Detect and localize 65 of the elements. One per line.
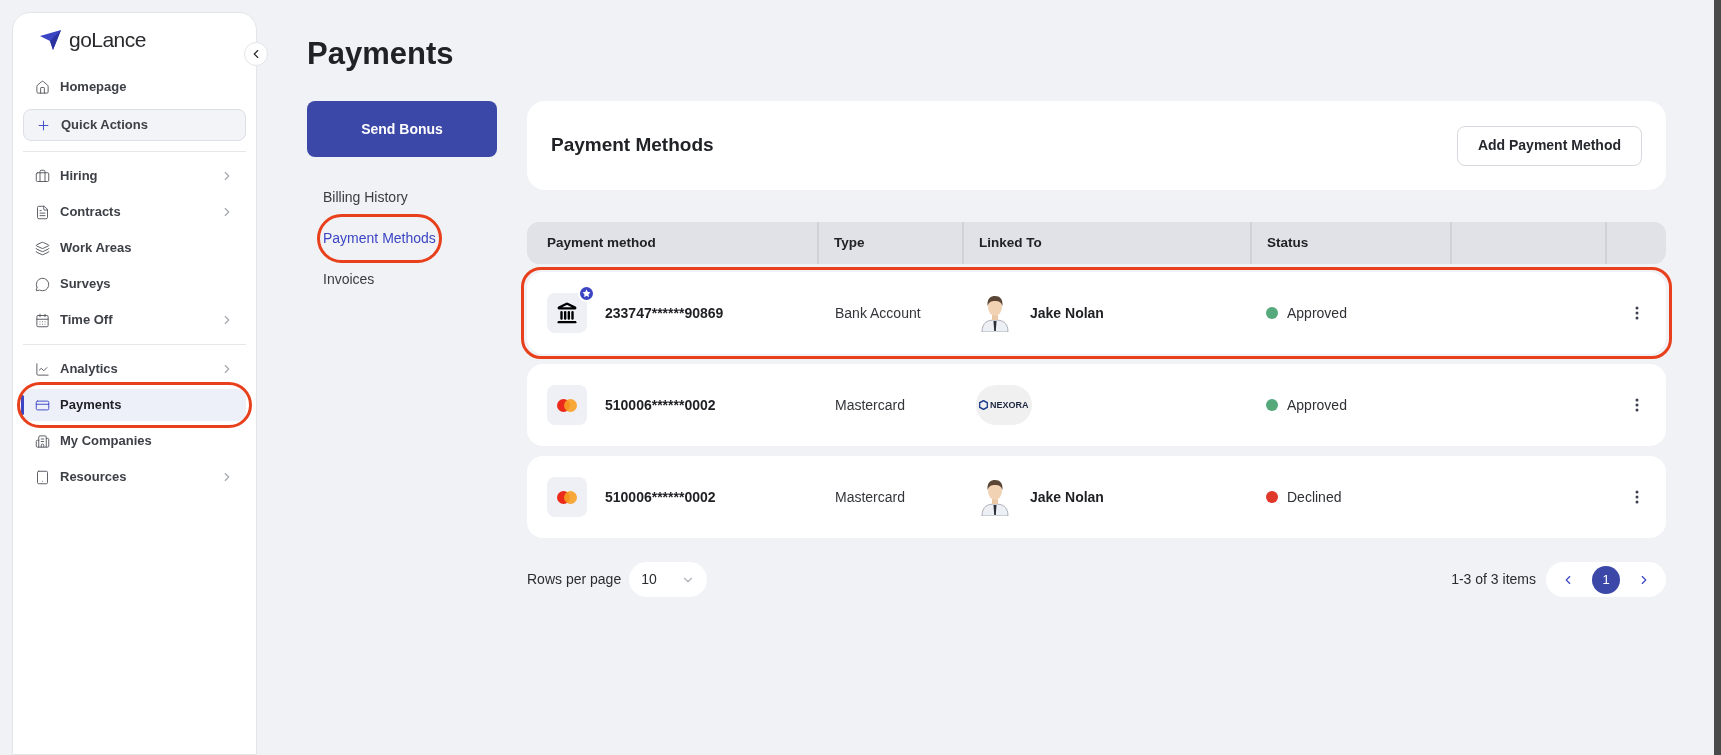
calendar-icon xyxy=(35,312,50,328)
sidebar-item[interactable]: Contracts xyxy=(23,196,246,228)
page-button[interactable]: 1 xyxy=(1592,565,1620,594)
masked-number: 510006******0002 xyxy=(605,395,716,415)
rows-per-page-label: Rows per page xyxy=(527,570,622,589)
briefcase-icon xyxy=(35,168,50,184)
method-type: Mastercard xyxy=(834,395,907,415)
sidebar-item[interactable]: Analytics xyxy=(23,353,246,385)
status-text: Declined xyxy=(1287,487,1342,507)
payment-method-row[interactable]: 233747******90869 Bank Account Jake Nolan Approved xyxy=(527,272,1666,354)
star-icon xyxy=(582,289,591,298)
linked-name: Jake Nolan xyxy=(1030,487,1104,507)
linked-name: Jake Nolan xyxy=(1030,303,1104,323)
chat-bubble-icon xyxy=(35,276,50,292)
kebab-icon xyxy=(1634,398,1639,412)
tablet-icon xyxy=(35,469,50,485)
sidebar-item[interactable]: Homepage xyxy=(23,71,246,103)
mastercard-icon xyxy=(557,398,577,412)
mastercard-icon xyxy=(557,490,577,504)
person-avatar-icon xyxy=(980,478,1010,516)
document-icon xyxy=(35,204,50,220)
column-header: Payment method xyxy=(546,233,656,252)
subnav-link[interactable]: Payment Methods xyxy=(323,219,436,258)
subnav-link[interactable]: Billing History xyxy=(323,178,408,217)
add-payment-method-button[interactable]: Add Payment Method xyxy=(1456,125,1642,166)
column-header: Status xyxy=(1266,233,1309,252)
kebab-icon xyxy=(1634,306,1639,320)
sidebar-item[interactable]: Payments xyxy=(23,389,246,421)
layers-icon xyxy=(35,240,50,256)
sidebar-item[interactable]: Time Off xyxy=(23,304,246,336)
company-logo: NEXORA xyxy=(976,385,1032,425)
active-indicator xyxy=(21,395,24,415)
method-type: Bank Account xyxy=(834,303,922,323)
column-header: Type xyxy=(833,233,865,252)
send-bonus-button[interactable]: Send Bonus xyxy=(307,101,497,157)
card-icon xyxy=(35,397,50,413)
quick-actions-button[interactable]: Quick Actions xyxy=(23,109,246,141)
building-icon xyxy=(35,433,50,449)
method-type: Mastercard xyxy=(834,487,907,507)
sidebar-item[interactable]: Work Areas xyxy=(23,232,246,264)
line-chart-icon xyxy=(35,361,50,377)
page-title: Payments xyxy=(307,35,455,73)
column-header: Linked To xyxy=(978,233,1042,252)
sidebar-item[interactable]: Hiring xyxy=(23,160,246,192)
sidebar-item[interactable]: Surveys xyxy=(23,268,246,300)
rows-per-page-select[interactable]: 10 xyxy=(629,562,708,597)
card-title: Payment Methods xyxy=(551,133,714,158)
collapse-button[interactable] xyxy=(244,42,268,66)
subnav-link[interactable]: Invoices xyxy=(323,260,375,299)
payment-method-row[interactable]: 510006******0002 Mastercard NEXORA Approved xyxy=(527,364,1666,446)
payment-method-row[interactable]: 510006******0002 Mastercard Jake Nolan Declined xyxy=(527,456,1666,538)
logo-icon xyxy=(39,29,63,51)
plus-icon xyxy=(36,117,51,133)
status-text: Approved xyxy=(1287,395,1347,415)
item-range: 1-3 of 3 items xyxy=(1451,570,1536,589)
logo-text: goLance xyxy=(69,27,146,54)
bank-icon xyxy=(556,302,578,324)
status-text: Approved xyxy=(1287,303,1347,323)
kebab-icon xyxy=(1634,490,1639,504)
masked-number: 233747******90869 xyxy=(605,303,724,323)
home-icon xyxy=(35,79,50,95)
sidebar-item[interactable]: My Companies xyxy=(23,425,246,457)
masked-number: 510006******0002 xyxy=(605,487,716,507)
sidebar-item[interactable]: Resources xyxy=(23,461,246,493)
person-avatar-icon xyxy=(980,294,1010,332)
